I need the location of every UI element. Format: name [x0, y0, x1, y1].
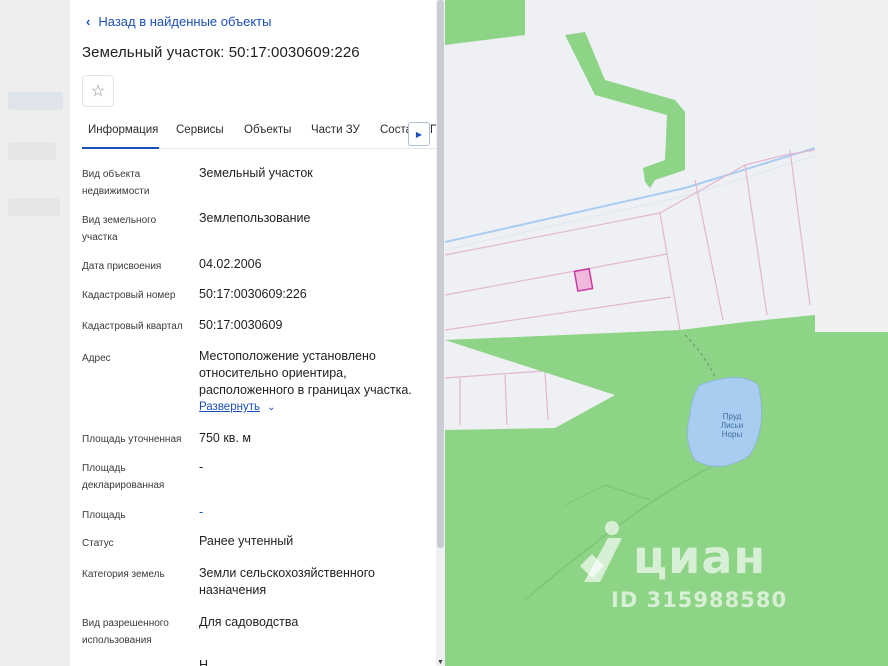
tab-bar: Информация Сервисы Объекты Части ЗУ Сост… — [82, 118, 436, 149]
value-land-category: Земли сельскохозяйственного назначения — [199, 566, 375, 597]
value-area-refined: 750 кв. м — [199, 431, 251, 445]
blurred-block — [8, 142, 56, 160]
label-object-type: Вид объекта недвижимости — [82, 169, 150, 197]
blurred-block — [8, 92, 63, 110]
value-area-declared: - — [199, 460, 204, 474]
label-land-type: Вид земельного участка — [82, 215, 157, 243]
back-link-label: Назад в найденные объекты — [98, 14, 272, 29]
watermark-listing-id: ID 315988580 — [611, 588, 788, 612]
tab-information[interactable]: Информация — [88, 124, 158, 136]
label-land-category: Категория земель — [82, 569, 165, 580]
value-permitted-use: Для садоводства — [199, 615, 299, 629]
tab-label: Информация — [88, 124, 159, 136]
label-cadastral-number: Кадастровый номер — [82, 290, 176, 301]
value-address: Местоположение установлено относительно … — [199, 348, 427, 416]
scrollbar-thumb[interactable] — [437, 0, 444, 548]
blurred-block — [8, 198, 60, 216]
tab-label: Объекты — [244, 124, 292, 136]
cutoff-row-text: Н — [199, 658, 209, 666]
value-cadastral-quarter: 50:17:0030609 — [199, 318, 283, 332]
value-object-type: Земельный участок — [199, 166, 313, 180]
active-tab-indicator — [82, 147, 159, 149]
highlighted-parcel[interactable] — [573, 267, 594, 292]
expand-label: Развернуть — [199, 401, 260, 413]
label-area: Площадь — [82, 510, 126, 521]
forest-edge — [815, 332, 888, 666]
value-cadastral-number: 50:17:0030609:226 — [199, 287, 307, 301]
label-status: Статус — [82, 538, 114, 549]
label-area-declared: Площадь декларированная — [82, 463, 165, 491]
cian-logo-icon — [580, 521, 622, 582]
label-area-refined: Площадь уточненная — [82, 434, 182, 445]
chevron-left-icon: ‹ — [86, 14, 91, 29]
label-address: Адрес — [82, 353, 111, 364]
object-info-panel: ‹ Назад в найденные объекты Земельный уч… — [70, 0, 436, 666]
value-status: Ранее учтенный — [199, 534, 294, 548]
tab-objects[interactable]: Объекты — [244, 124, 291, 136]
map-right-edge — [815, 0, 888, 666]
label-assigned-date: Дата присвоения — [82, 261, 162, 272]
star-icon: ☆ — [90, 83, 106, 100]
caret-right-icon: ▶ — [415, 129, 423, 139]
panel-scrollbar[interactable]: ▼ — [436, 0, 445, 666]
label-permitted-use: Вид разрешенного использования — [82, 618, 169, 646]
tab-label: Сервисы — [176, 124, 224, 136]
value-assigned-date: 04.02.2006 — [199, 257, 262, 271]
value-land-type: Землепользование — [199, 211, 311, 225]
watermark-brand: циан — [633, 530, 767, 584]
tab-label: Части ЗУ — [311, 124, 360, 136]
tabs-scroll-right-button[interactable]: ▶ — [408, 122, 430, 146]
tab-services[interactable]: Сервисы — [176, 124, 224, 136]
pond-label: Пруд Лисьи Норы — [720, 412, 744, 439]
address-text: Местоположение установлено относительно … — [199, 349, 412, 397]
favorite-button[interactable]: ☆ — [82, 75, 114, 107]
scroll-down-arrow-icon[interactable]: ▼ — [437, 659, 444, 666]
page-title: Земельный участок: 50:17:0030609:226 — [82, 44, 360, 61]
tab-parts[interactable]: Части ЗУ — [311, 124, 360, 136]
value-area: - — [199, 505, 204, 519]
background-page-left — [0, 0, 70, 666]
expand-address-link[interactable]: Развернуть ⌄ — [199, 399, 427, 416]
chevron-down-icon: ⌄ — [267, 402, 276, 413]
label-cadastral-quarter: Кадастровый квартал — [82, 321, 183, 332]
back-link[interactable]: ‹ Назад в найденные объекты — [86, 14, 271, 29]
